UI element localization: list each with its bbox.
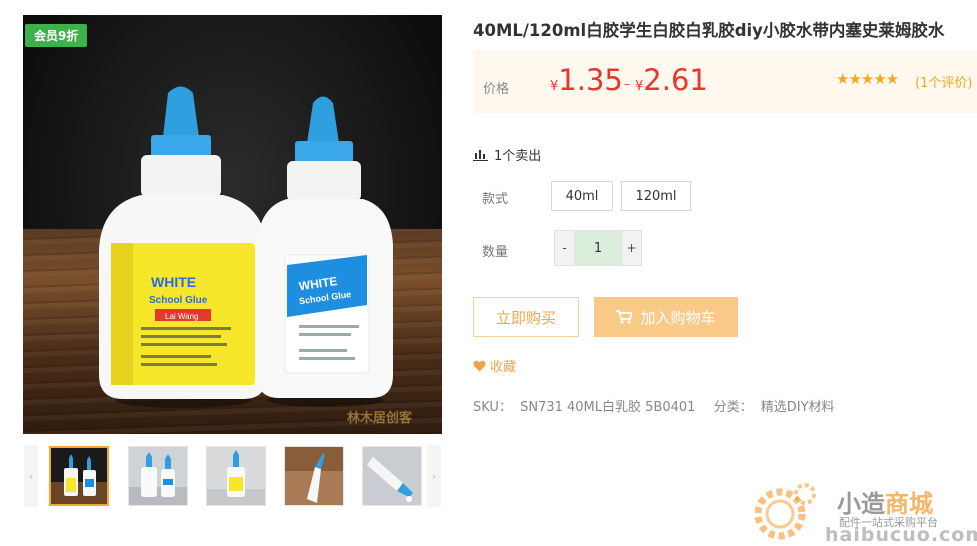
add-to-cart-label: 加入购物车 [640,308,716,327]
glue-bottles-illustration: WHITE School Glue Lai Wang WHITE School … [99,86,393,408]
add-to-cart-button[interactable]: 加入购物车 [594,297,738,337]
favorite-button[interactable]: 收藏 [473,356,516,375]
review-count-link[interactable]: (1个评价) [915,72,972,91]
thumbnail-4[interactable] [284,446,344,506]
style-option-120ml[interactable]: 120ml [621,181,691,211]
quantity-stepper: - 1 + [554,230,642,266]
member-discount-badge: 会员9折 [25,24,88,47]
quantity-decrease-button[interactable]: - [555,231,574,265]
bar-chart-icon [473,150,488,161]
thumb-1-image [51,448,107,504]
quantity-increase-button[interactable]: + [622,231,641,265]
category-label: 分类： [713,400,753,415]
style-option-40ml[interactable]: 40ml [551,181,613,211]
gear-logo-icon [754,483,816,540]
thumb-4-image [285,447,343,505]
sold-count: 1个卖出 [473,145,541,164]
price-label: 价格 [483,82,510,97]
image-watermark: 林木居创客 [346,411,412,426]
buy-now-button[interactable]: 立即购买 [473,297,579,337]
category-link[interactable]: 精选DIY材料 [761,400,835,415]
price-high-value: 2.61 [643,63,708,97]
cart-icon [616,310,633,324]
sku-label: SKU： [473,400,512,415]
thumbnail-3[interactable] [206,446,266,506]
price-box: 价格 ¥1.35 – ¥2.61 ★★★★★ (1个评价) [473,50,977,113]
thumb-2-image [129,447,187,505]
thumbnail-prev-arrow[interactable]: ‹ [24,445,38,507]
sold-count-text: 1个卖出 [494,149,542,164]
rating-stars-icon: ★★★★★ [836,70,899,88]
favorite-label: 收藏 [490,360,517,375]
quantity-label: 数量 [482,245,509,260]
thumbnail-next-arrow[interactable]: › [427,445,441,507]
quantity-input[interactable]: 1 [574,231,622,265]
thumbnail-2[interactable] [128,446,188,506]
sku-value: SN731 40ML白乳胶 5B0401 [520,400,696,415]
left-bottle-label: WHITE [151,274,196,290]
left-bottle-brand: Lai Wang [165,312,199,321]
product-title: 40ML/120ml白胶学生白胶白乳胶diy小胶水带内塞史莱姆胶水 [473,21,945,40]
thumb-5-image [363,447,421,505]
style-label: 款式 [482,192,509,207]
price-high: ¥2.61 [635,63,708,97]
site-watermark: 小造商城 配件一站式采购平台 haibucuo.com [747,480,977,546]
main-product-image[interactable]: WHITE School Glue Lai Wang WHITE School … [23,15,442,434]
left-bottle-sub: School Glue [149,295,208,306]
price-low-value: 1.35 [558,63,623,97]
sku-info: SKU： SN731 40ML白乳胶 5B0401 分类： 精选DIY材料 [473,396,839,415]
heart-icon [473,360,486,371]
price-low: ¥1.35 [550,63,623,97]
thumbnail-5[interactable] [362,446,422,506]
thumb-3-image [207,447,265,505]
thumbnail-1[interactable] [49,446,109,506]
price-separator: – [624,77,630,91]
site-domain: haibucuo.com [825,524,977,546]
